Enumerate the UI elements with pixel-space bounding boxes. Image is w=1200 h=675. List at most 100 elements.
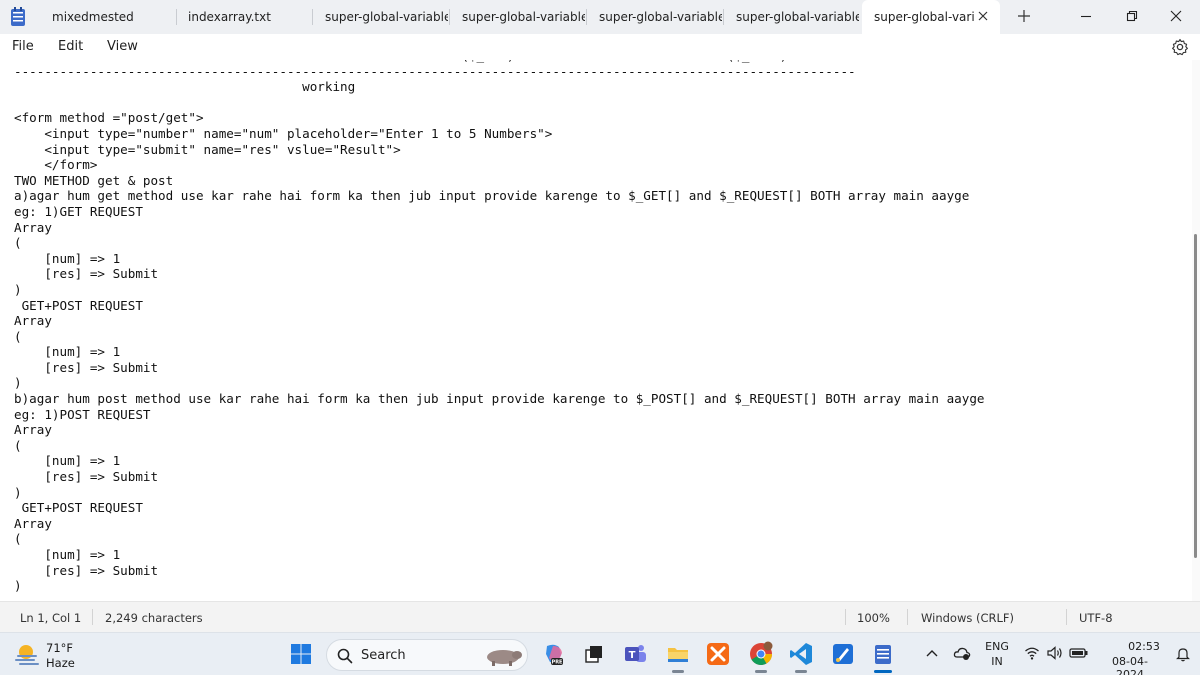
line-ending[interactable]: Windows (CRLF) (921, 611, 1014, 625)
volume-icon[interactable] (1046, 645, 1064, 661)
language-indicator[interactable]: ENG (983, 640, 1011, 653)
tab-divider (312, 9, 313, 25)
running-app-indicator (795, 670, 807, 673)
tab-super-global-variable-4[interactable]: super-global-variable (726, 0, 859, 34)
editor-line: ( (14, 328, 22, 344)
tab-mixedmested[interactable]: mixedmested (42, 0, 176, 34)
search-label: Search (361, 648, 406, 663)
editor-line: [res] => Submit (14, 266, 159, 282)
menu-file[interactable]: File (12, 39, 34, 54)
clock-time[interactable]: 02:53 (1119, 640, 1169, 653)
battery-icon[interactable] (1069, 645, 1089, 661)
task-view-icon[interactable] (581, 641, 607, 667)
tab-divider (449, 9, 450, 25)
editor-line: Array (14, 515, 52, 531)
weather-temperature[interactable]: 71°F (46, 641, 73, 655)
wifi-icon[interactable] (1024, 645, 1040, 661)
notepad-taskbar-icon[interactable] (870, 641, 896, 667)
taskbar: 71°F Haze Search PRE T ENG IN 02:53 08-0… (0, 632, 1200, 675)
running-app-indicator (672, 670, 684, 673)
menu-view[interactable]: View (107, 39, 138, 54)
region-indicator[interactable]: IN (983, 655, 1011, 668)
editor-line: [res] => Submit (14, 562, 159, 578)
active-app-indicator (874, 670, 892, 673)
chevron-up-icon[interactable] (925, 647, 939, 661)
file-explorer-icon[interactable] (665, 641, 691, 667)
editor-line: working (14, 79, 356, 95)
chrome-icon[interactable] (748, 641, 774, 667)
editor-line: ) (14, 375, 22, 391)
vs-code-icon[interactable] (788, 641, 814, 667)
character-count: 2,249 characters (105, 611, 203, 625)
tab-divider (176, 9, 177, 25)
editor-content: SO ACCORDING TO FORM CONDITION JUB GET M… (14, 60, 985, 594)
editor-line: [res] => Submit (14, 359, 159, 375)
tab-super-global-variable-3[interactable]: super-global-variable (589, 0, 722, 34)
editor-line: ) (14, 578, 22, 594)
tab-bar: mixedmested indexarray.txt super-global-… (0, 0, 1200, 34)
editor-line: ) (14, 281, 22, 297)
cursor-position: Ln 1, Col 1 (20, 611, 82, 625)
editor-line: b)agar hum post method use kar rahe hai … (14, 391, 985, 407)
editor-line: ----------------------------------------… (14, 63, 856, 79)
new-tab-plus-icon[interactable] (1017, 9, 1031, 23)
restore-icon[interactable] (1124, 8, 1140, 24)
search-icon (337, 648, 353, 664)
svg-text:PRE: PRE (552, 660, 564, 666)
editor-line: eg: 1)POST REQUEST (14, 406, 151, 422)
editor-line: GET+POST REQUEST (14, 297, 143, 313)
editor-line: <form method ="post/get"> (14, 110, 204, 126)
zoom-level[interactable]: 100% (857, 611, 890, 625)
tab-divider (723, 9, 724, 25)
editor-line: a)agar hum get method use kar rahe hai f… (14, 188, 970, 204)
editor-line: [num] => 1 (14, 344, 121, 360)
editor-line: <input type="number" name="num" placehol… (14, 125, 553, 141)
editor-line: TWO METHOD get & post (14, 172, 174, 188)
tab-super-global-variable-1[interactable]: super-global-variable (315, 0, 448, 34)
tab-indexarray[interactable]: indexarray.txt (178, 0, 311, 34)
clock-date[interactable]: 08-04-2024 (1099, 655, 1161, 675)
close-tab-icon[interactable] (976, 9, 990, 23)
windows-start-icon[interactable] (288, 641, 314, 667)
encoding[interactable]: UTF-8 (1079, 611, 1113, 625)
close-window-icon[interactable] (1168, 8, 1184, 24)
weather-condition[interactable]: Haze (46, 656, 75, 670)
tab-super-global-variable-2[interactable]: super-global-variable (452, 0, 585, 34)
menu-edit[interactable]: Edit (58, 39, 83, 54)
copilot-icon[interactable]: PRE (541, 641, 567, 667)
text-editor-area[interactable]: SO ACCORDING TO FORM CONDITION JUB GET M… (0, 60, 1192, 601)
hippo-search-highlight-icon (487, 650, 522, 666)
onedrive-sync-icon[interactable] (953, 644, 971, 662)
editor-line: Array (14, 219, 52, 235)
editor-line: Array (14, 313, 52, 329)
editor-line: Array (14, 422, 52, 438)
editor-line: [num] => 1 (14, 453, 121, 469)
editor-line: eg: 1)GET REQUEST (14, 203, 143, 219)
editor-line: [res] => Submit (14, 469, 159, 485)
settings-gear-icon[interactable] (1171, 38, 1189, 56)
status-divider (845, 609, 846, 625)
editor-line: <input type="submit" name="res" vslue="R… (14, 141, 401, 157)
minimize-icon[interactable] (1078, 8, 1094, 24)
active-tab-label: super-global-vari (874, 10, 975, 24)
notepad-app-icon (11, 7, 25, 26)
status-divider (907, 609, 908, 625)
xampp-icon[interactable] (705, 641, 731, 667)
editor-line: ( (14, 531, 22, 547)
teams-icon[interactable]: T (622, 641, 648, 667)
haze-weather-icon[interactable] (14, 641, 42, 667)
taskbar-search-box[interactable]: Search (326, 639, 528, 671)
editor-line: ( (14, 437, 22, 453)
paint-icon[interactable] (830, 641, 856, 667)
editor-line: ) (14, 484, 22, 500)
editor-line: ( (14, 235, 22, 251)
editor-line: [num] => 1 (14, 250, 121, 266)
scrollbar-thumb[interactable] (1194, 234, 1197, 558)
running-app-indicator (755, 670, 767, 673)
notification-bell-icon[interactable] (1175, 646, 1191, 662)
status-divider (92, 609, 93, 625)
svg-text:T: T (629, 650, 636, 661)
editor-line: </form> (14, 157, 98, 173)
tab-divider (586, 9, 587, 25)
